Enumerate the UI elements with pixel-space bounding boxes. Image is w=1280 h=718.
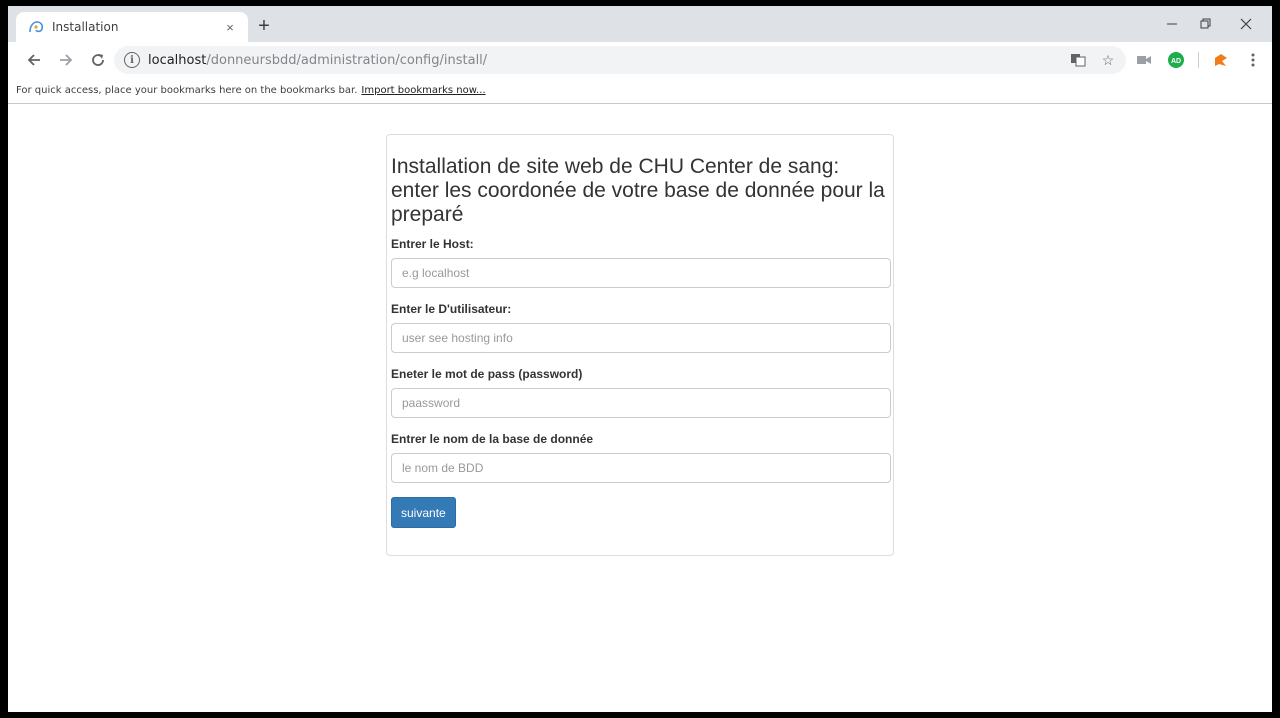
tab-installation[interactable]: Installation × xyxy=(16,12,248,42)
puzzle-icon[interactable] xyxy=(1211,50,1231,70)
password-label: Eneter le mot de pass (password) xyxy=(391,367,583,381)
username-label: Enter le D'utilisateur: xyxy=(391,302,512,316)
browser-window: Installation × + i localhost/donneursbdd… xyxy=(8,6,1272,718)
menu-icon[interactable] xyxy=(1243,50,1263,70)
toolbar-divider xyxy=(1198,52,1199,68)
database-name-label: Entrer le nom de la base de donnée xyxy=(391,432,594,446)
back-icon[interactable] xyxy=(20,46,48,74)
host-label: Entrer le Host: xyxy=(391,237,474,251)
svg-text:AD: AD xyxy=(1171,58,1181,65)
password-input[interactable] xyxy=(391,388,891,418)
new-tab-button[interactable]: + xyxy=(254,16,274,36)
extensions-area: AD xyxy=(1134,50,1263,70)
restore-icon[interactable] xyxy=(1196,14,1216,34)
install-form-panel: Installation de site web de CHU Center d… xyxy=(386,134,894,556)
camera-icon[interactable] xyxy=(1134,50,1154,70)
page-content: Installation de site web de CHU Center d… xyxy=(8,105,1272,718)
forward-icon[interactable] xyxy=(52,46,80,74)
next-button[interactable]: suivante xyxy=(391,497,456,528)
host-input[interactable] xyxy=(391,258,891,288)
address-bar[interactable]: i localhost/donneursbdd/administration/c… xyxy=(114,46,1126,74)
import-bookmarks-link[interactable]: Import bookmarks now... xyxy=(361,85,485,96)
bookmarks-hint: For quick access, place your bookmarks h… xyxy=(16,85,358,96)
url-text: localhost/donneursbdd/administration/con… xyxy=(148,52,488,68)
taskbar-edge xyxy=(0,712,1280,718)
minimize-icon[interactable] xyxy=(1162,14,1182,34)
tab-strip: Installation × + xyxy=(8,6,1272,42)
browser-toolbar: i localhost/donneursbdd/administration/c… xyxy=(8,42,1272,78)
bookmarks-bar: For quick access, place your bookmarks h… xyxy=(8,78,1272,104)
tab-title: Installation xyxy=(52,20,119,34)
tab-close-icon[interactable]: × xyxy=(222,19,238,35)
info-icon[interactable]: i xyxy=(124,52,140,68)
adblock-icon[interactable]: AD xyxy=(1166,50,1186,70)
star-icon[interactable]: ☆ xyxy=(1098,50,1118,70)
page-favicon-icon xyxy=(28,19,44,35)
translate-icon[interactable] xyxy=(1068,50,1088,70)
reload-icon[interactable] xyxy=(84,46,112,74)
close-window-icon[interactable] xyxy=(1236,14,1256,34)
username-input[interactable] xyxy=(391,323,891,353)
page-title: Installation de site web de CHU Center d… xyxy=(391,155,885,226)
database-name-input[interactable] xyxy=(391,453,891,483)
